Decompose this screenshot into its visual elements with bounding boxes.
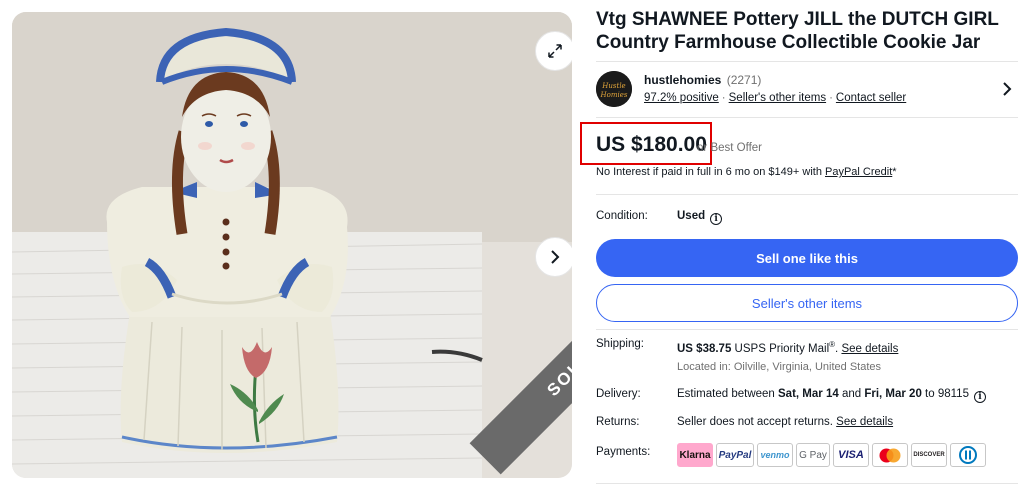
seller-username[interactable]: hustlehomies: [644, 73, 721, 87]
financing-text: No Interest if paid in full in 6 mo on $…: [596, 166, 825, 178]
shipping-service: USPS Priority Mail: [731, 342, 830, 355]
next-image-button[interactable]: [535, 237, 572, 277]
diners-club-logo: [950, 443, 986, 467]
svg-text:Homies: Homies: [600, 91, 628, 99]
seller-links: 97.2% positive · Seller's other items · Cont…: [644, 92, 906, 104]
divider: [596, 117, 1018, 118]
discover-text: DISCOVER: [913, 452, 945, 458]
venmo-text: venmo: [760, 450, 790, 460]
condition-label: Condition:: [596, 210, 648, 222]
gpay-text: G Pay: [799, 449, 827, 461]
returns-see-details-link[interactable]: See details: [836, 416, 893, 428]
offer-prefix: or: [697, 142, 708, 154]
sellers-other-items-button[interactable]: Seller's other items: [596, 284, 1018, 322]
contact-seller-link[interactable]: Contact seller: [836, 92, 906, 104]
mastercard-logo: [872, 443, 908, 467]
returns-value: Seller does not accept returns. See deta…: [677, 416, 893, 428]
divider: [596, 483, 1018, 484]
svg-text:Hustle: Hustle: [601, 82, 625, 90]
divider: [596, 61, 1018, 62]
separator-dot: ·: [829, 92, 833, 104]
info-icon[interactable]: i: [710, 213, 723, 225]
divider: [596, 194, 1018, 195]
payment-methods: Klarna PayPal venmo G Pay VISA DISCOVER: [677, 443, 986, 467]
klarna-logo: Klarna: [677, 443, 713, 467]
seller-other-items-link[interactable]: Seller's other items: [729, 92, 826, 104]
expand-icon: [548, 44, 562, 58]
paypal-text: PayPal: [718, 449, 752, 461]
returns-label: Returns:: [596, 416, 640, 428]
chevron-right-icon: [551, 250, 560, 264]
mastercard-icon: [879, 448, 901, 462]
condition-text: Used: [677, 210, 706, 222]
shipping-value: US $38.75 USPS Priority Mail®. See detai…: [677, 340, 898, 355]
shipping-period: .: [835, 342, 839, 355]
google-pay-logo: G Pay: [796, 443, 830, 467]
condition-value: Used i: [677, 210, 723, 225]
seller-positive-link[interactable]: 97.2% positive: [644, 92, 719, 104]
seller-avatar[interactable]: Hustle Homies: [596, 71, 632, 107]
financing-info: No Interest if paid in full in 6 mo on $…: [596, 166, 897, 178]
separator-dot: ·: [721, 92, 726, 104]
chevron-right-icon[interactable]: [1000, 80, 1014, 98]
shipping-label: Shipping:: [596, 338, 644, 350]
best-offer-label: Best Offer: [710, 142, 762, 154]
discover-logo: DISCOVER: [911, 443, 947, 467]
returns-text: Seller does not accept returns.: [677, 416, 837, 428]
seller-name[interactable]: hustlehomies (2271): [644, 73, 761, 87]
shipping-see-details-link[interactable]: See details: [841, 343, 898, 355]
klarna-text: Klarna: [679, 449, 711, 461]
delivery-and: and: [838, 388, 865, 400]
expand-image-button[interactable]: [535, 31, 572, 71]
delivery-prefix: Estimated between: [677, 388, 779, 400]
delivery-start-date: Sat, Mar 14: [778, 388, 839, 400]
venmo-logo: venmo: [757, 443, 793, 467]
delivery-label: Delivery:: [596, 388, 641, 400]
paypal-credit-link[interactable]: PayPal Credit: [825, 166, 892, 178]
image-gallery[interactable]: SOLD: [12, 12, 572, 478]
price-highlight-box: [580, 122, 712, 165]
paypal-logo: PayPal: [716, 443, 754, 467]
visa-logo: VISA: [833, 443, 869, 467]
delivery-value: Estimated between Sat, Mar 14 and Fri, M…: [677, 388, 986, 403]
seller-logo: Hustle Homies: [596, 71, 632, 107]
best-offer-text: or Best Offer: [697, 142, 762, 154]
listing-title: Vtg SHAWNEE Pottery JILL the DUTCH GIRL …: [596, 9, 999, 53]
delivery-end-date: Fri, Mar 20: [864, 388, 922, 400]
product-photo[interactable]: [12, 12, 572, 478]
sell-one-like-this-button[interactable]: Sell one like this: [596, 239, 1018, 277]
info-icon[interactable]: i: [973, 391, 986, 403]
seller-feedback-count: (2271): [726, 73, 762, 87]
item-location: Located in: Oilville, Virginia, United S…: [677, 361, 882, 373]
financing-asterisk: *: [892, 166, 897, 178]
visa-text: VISA: [838, 449, 864, 461]
divider: [596, 329, 1018, 330]
payments-label: Payments:: [596, 446, 651, 458]
shipping-cost: US $38.75: [677, 342, 732, 355]
delivery-zip: to 98115: [921, 388, 969, 400]
diners-club-icon: [959, 446, 977, 464]
